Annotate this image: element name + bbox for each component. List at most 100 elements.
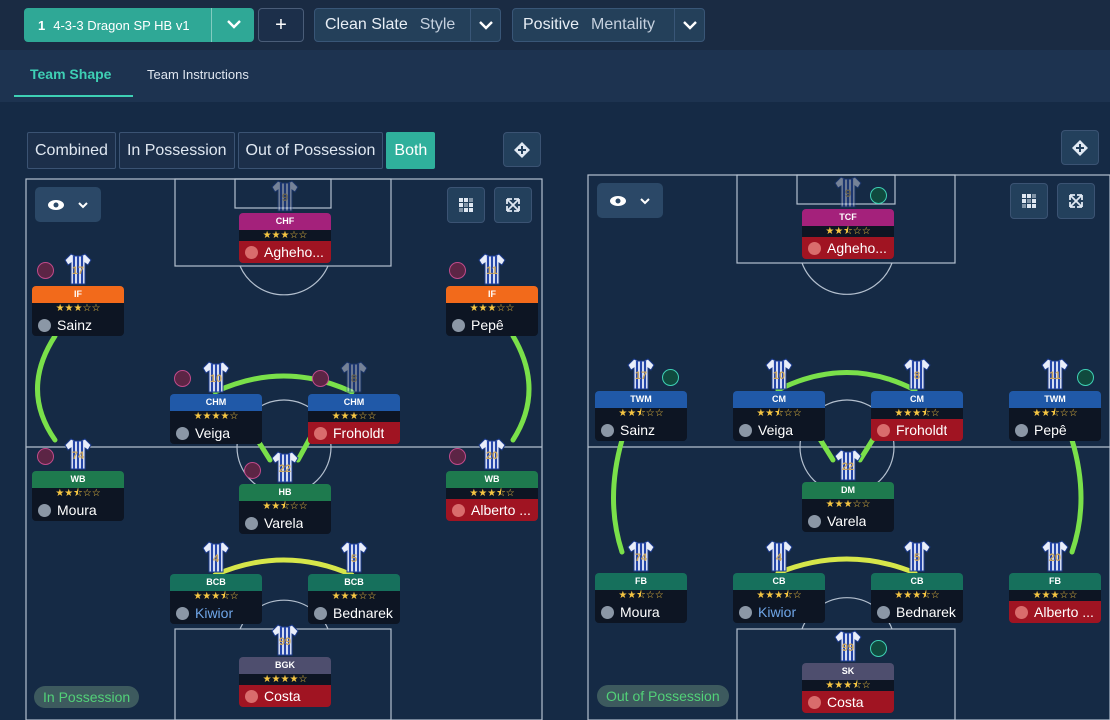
shirt-icon: 4 [201, 540, 231, 574]
player-role: SK [802, 663, 894, 680]
role-rating-stars: ★★★☆☆ [446, 303, 538, 314]
role-rating-stars: ★★★☆☆ [802, 499, 894, 510]
player-card[interactable]: 99 BGK ★★★★☆ Costa [239, 624, 331, 707]
player-card[interactable]: 10 CHM ★★★★☆ Veiga [170, 361, 262, 444]
player-name-label: Alberto ... [1034, 604, 1094, 620]
player-card[interactable]: 74 FB ★★⯪☆☆ Moura [595, 540, 687, 623]
player-name[interactable]: Veiga [170, 422, 262, 444]
trait-icon [870, 640, 887, 657]
player-name[interactable]: Agheho... [239, 241, 331, 263]
player-card[interactable]: 22 HB ★★⯪☆☆ Varela [239, 451, 331, 534]
player-name[interactable]: Moura [32, 499, 124, 521]
view-both-button[interactable]: Both [386, 132, 436, 169]
player-card[interactable]: 20 WB ★★★⯪☆ Alberto ... [446, 438, 538, 521]
player-name[interactable]: Bednarek [871, 601, 963, 623]
player-name[interactable]: Veiga [733, 419, 825, 441]
player-name[interactable]: Sainz [595, 419, 687, 441]
player-name-label: Veiga [195, 425, 231, 441]
player-role: IF [32, 286, 124, 303]
player-card[interactable]: 17 IF ★★★☆☆ Sainz [32, 253, 124, 336]
view-combined-button[interactable]: Combined [27, 132, 116, 169]
player-card[interactable]: 17 TWM ★★⯪☆☆ Sainz [595, 358, 687, 441]
swap-icon[interactable] [1061, 130, 1099, 165]
player-card[interactable]: 22 DM ★★★☆☆ Varela [802, 449, 894, 532]
player-card[interactable]: 11 IF ★★★☆☆ Pepê [446, 253, 538, 336]
player-name[interactable]: Moura [595, 601, 687, 623]
player-name[interactable]: Alberto ... [1009, 601, 1101, 623]
player-card[interactable]: 99 SK ★★★⯪☆ Costa [802, 630, 894, 713]
chevron-down-icon[interactable] [470, 9, 500, 41]
shirt-icon: 9 [833, 175, 863, 209]
shirt-icon: 74 [63, 437, 93, 471]
role-rating-stars: ★★★☆☆ [239, 230, 331, 241]
player-name-label: Varela [827, 513, 867, 529]
player-name[interactable]: Pepê [446, 314, 538, 336]
player-card[interactable]: 9 TCF ★★⯪☆☆ Agheho... [802, 176, 894, 259]
grid-icon[interactable] [1010, 183, 1048, 219]
style-selector[interactable]: Clean Slate Style [314, 8, 501, 42]
player-role: BGK [239, 657, 331, 674]
swap-icon[interactable] [503, 132, 541, 167]
player-card[interactable]: 74 WB ★★⯪☆☆ Moura [32, 438, 124, 521]
view-in-possession-button[interactable]: In Possession [118, 132, 235, 169]
player-role: HB [239, 484, 331, 501]
svg-text:8: 8 [914, 370, 920, 382]
chevron-down-icon [640, 197, 650, 204]
shirt-icon: 74 [626, 539, 656, 573]
player-card[interactable]: 8 CM ★★★⯪☆ Froholdt [871, 358, 963, 441]
view-out-of-possession-button[interactable]: Out of Possession [237, 132, 384, 169]
tab-team-instructions[interactable]: Team Instructions [147, 67, 249, 82]
tactic-selector[interactable]: 1 4-3-3 Dragon SP HB v1 [24, 8, 254, 42]
visibility-toggle[interactable] [597, 183, 663, 218]
person-icon [245, 516, 258, 530]
player-name[interactable]: Costa [239, 685, 331, 707]
player-name[interactable]: Varela [802, 510, 894, 532]
player-role: CHM [170, 394, 262, 411]
shirt-icon: 99 [833, 629, 863, 663]
tab-team-shape[interactable]: Team Shape [30, 66, 111, 82]
shirt-icon: 17 [626, 357, 656, 391]
player-name-label: Moura [57, 502, 97, 518]
player-card[interactable]: 9 CHF ★★★☆☆ Agheho... [239, 180, 331, 263]
player-name[interactable]: Sainz [32, 314, 124, 336]
role-rating-stars: ★★★⯪☆ [170, 591, 262, 602]
player-name[interactable]: Alberto ... [446, 499, 538, 521]
chevron-down-icon[interactable] [674, 9, 704, 41]
player-name[interactable]: Varela [239, 512, 331, 534]
player-card[interactable]: 4 BCB ★★★⯪☆ Kiwior [170, 541, 262, 624]
shirt-icon: 5 [902, 539, 932, 573]
player-card[interactable]: 5 CB ★★★⯪☆ Bednarek [871, 540, 963, 623]
player-name[interactable]: Kiwior [733, 601, 825, 623]
tab-bar: Team Shape Team Instructions [0, 50, 1110, 102]
player-card[interactable]: 11 TWM ★★⯪☆☆ Pepê [1009, 358, 1101, 441]
mentality-selector[interactable]: Positive Mentality [512, 8, 705, 42]
player-role: FB [595, 573, 687, 590]
player-name[interactable]: Kiwior [170, 602, 262, 624]
player-name[interactable]: Agheho... [802, 237, 894, 259]
player-name[interactable]: Bednarek [308, 602, 400, 624]
player-name[interactable]: Pepê [1009, 419, 1101, 441]
person-icon [176, 606, 189, 620]
player-role: CHM [308, 394, 400, 411]
player-name[interactable]: Costa [802, 691, 894, 713]
player-name[interactable]: Froholdt [871, 419, 963, 441]
visibility-toggle[interactable] [35, 187, 101, 222]
person-icon [601, 605, 614, 619]
grid-icon[interactable] [447, 187, 485, 223]
expand-icon[interactable] [1057, 183, 1095, 219]
player-role: WB [446, 471, 538, 488]
player-name-label: Bednarek [333, 605, 393, 621]
expand-icon[interactable] [494, 187, 532, 223]
add-tactic-button[interactable]: + [258, 8, 304, 42]
player-card[interactable]: 20 FB ★★★☆☆ Alberto ... [1009, 540, 1101, 623]
role-rating-stars: ★★⯪☆☆ [595, 590, 687, 601]
player-card[interactable]: 4 CB ★★★⯪☆ Kiwior [733, 540, 825, 623]
person-icon [808, 241, 821, 255]
player-role: CHF [239, 213, 331, 230]
player-role: BCB [308, 574, 400, 591]
player-card[interactable]: 10 CM ★★⯪☆☆ Veiga [733, 358, 825, 441]
player-card[interactable]: 8 CHM ★★★☆☆ Froholdt [308, 361, 400, 444]
svg-text:5: 5 [351, 553, 357, 565]
player-card[interactable]: 5 BCB ★★★☆☆ Bednarek [308, 541, 400, 624]
player-name[interactable]: Froholdt [308, 422, 400, 444]
